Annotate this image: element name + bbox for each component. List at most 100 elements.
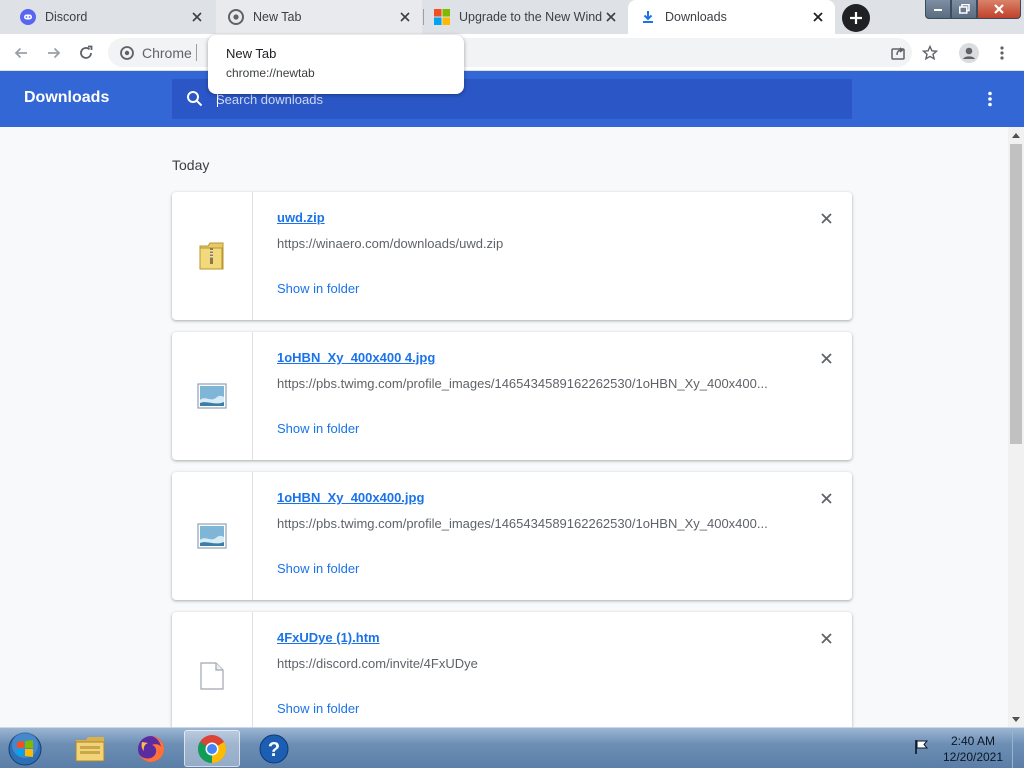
browser-toolbar: Chrome	[0, 34, 1024, 71]
close-tab-icon[interactable]	[602, 8, 620, 26]
show-in-folder-link[interactable]: Show in folder	[277, 561, 359, 576]
download-file-name-link[interactable]: 1oHBN_Xy_400x400.jpg	[277, 490, 424, 505]
downloads-list: Today uwd.zip https://winaero.com/downlo…	[0, 127, 1008, 727]
taskbar-firefox-button[interactable]	[123, 730, 179, 767]
arrow-right-icon	[48, 47, 61, 59]
close-tab-icon[interactable]	[188, 8, 206, 26]
taskbar-explorer-button[interactable]	[62, 730, 118, 767]
tab-title: Upgrade to the New Wind	[459, 10, 602, 24]
close-icon	[994, 4, 1004, 14]
omnibox-divider	[196, 44, 197, 61]
windows-logo-icon	[434, 9, 450, 25]
tab-upgrade-windows[interactable]: Upgrade to the New Wind	[424, 0, 628, 34]
restore-button[interactable]	[951, 0, 977, 19]
triangle-down-icon	[1012, 716, 1020, 722]
download-source-url[interactable]: https://discord.com/invite/4FxUDye	[277, 656, 787, 671]
zip-folder-icon	[199, 242, 224, 270]
close-icon	[820, 492, 832, 504]
show-in-folder-link[interactable]: Show in folder	[277, 421, 359, 436]
bookmark-button[interactable]	[919, 42, 941, 64]
windows-start-orb-icon	[8, 732, 42, 766]
scrollbar-thumb[interactable]	[1010, 144, 1022, 444]
chrome-menu-button[interactable]	[991, 42, 1013, 64]
tab-title: Discord	[45, 10, 88, 24]
restore-icon	[958, 4, 970, 14]
start-button[interactable]	[4, 729, 46, 768]
download-file-name-link[interactable]: uwd.zip	[277, 210, 325, 225]
minimize-icon	[934, 9, 942, 11]
system-clock[interactable]: 2:40 AM 12/20/2021	[940, 733, 1006, 765]
browser-window: Discord New Tab Upgrade to the New Wind	[0, 0, 1024, 768]
image-file-icon	[197, 523, 227, 549]
share-button[interactable]	[887, 42, 909, 64]
show-in-folder-link[interactable]: Show in folder	[277, 281, 359, 296]
show-in-folder-link[interactable]: Show in folder	[277, 701, 359, 716]
close-window-button[interactable]	[977, 0, 1021, 19]
download-source-url[interactable]: https://winaero.com/downloads/uwd.zip	[277, 236, 787, 251]
minimize-button[interactable]	[925, 0, 951, 19]
chrome-icon	[198, 734, 226, 763]
scroll-down-button[interactable]	[1008, 711, 1024, 727]
reload-button[interactable]	[75, 42, 97, 64]
remove-download-button[interactable]	[816, 488, 836, 508]
scroll-up-button[interactable]	[1008, 127, 1024, 143]
triangle-up-icon	[1012, 132, 1020, 138]
page-scrollbar[interactable]	[1008, 127, 1024, 727]
tab-downloads[interactable]: Downloads	[628, 0, 835, 34]
download-item: 1oHBN_Xy_400x400.jpg https://pbs.twimg.c…	[172, 472, 852, 600]
download-file-name-link[interactable]: 4FxUDye (1).htm	[277, 630, 380, 645]
windows-explorer-icon	[75, 736, 105, 761]
reload-icon	[80, 45, 93, 59]
download-icon-cell	[172, 472, 253, 600]
tab-discord[interactable]: Discord	[8, 0, 214, 34]
remove-download-button[interactable]	[816, 348, 836, 368]
discord-icon	[20, 9, 36, 25]
close-tab-icon[interactable]	[396, 8, 414, 26]
downloads-menu-button[interactable]	[980, 89, 1000, 109]
taskbar-help-button[interactable]: ?	[246, 730, 302, 767]
remove-download-button[interactable]	[816, 628, 836, 648]
remove-download-button[interactable]	[816, 208, 836, 228]
tab-title: New Tab	[253, 10, 302, 24]
download-icon	[640, 9, 656, 25]
download-source-url[interactable]: https://pbs.twimg.com/profile_images/146…	[277, 376, 787, 391]
windows-taskbar: ? 2:40 AM 12/20/2021	[0, 727, 1024, 768]
download-item: uwd.zip https://winaero.com/downloads/uw…	[172, 192, 852, 320]
tab-hover-card: New Tab chrome://newtab	[208, 35, 464, 94]
omnibox-chip[interactable]: Chrome	[120, 45, 192, 61]
close-icon	[820, 632, 832, 644]
download-icon-cell	[172, 192, 253, 320]
close-icon	[820, 352, 832, 364]
more-vertical-icon	[1000, 46, 1004, 60]
blank-file-icon	[200, 662, 224, 690]
close-icon	[820, 212, 832, 224]
share-icon	[891, 47, 905, 60]
firefox-icon	[138, 735, 164, 762]
show-desktop-button[interactable]	[1012, 728, 1024, 768]
omnibox-chip-label: Chrome	[142, 45, 192, 61]
profile-button[interactable]	[958, 42, 980, 64]
page-title: Downloads	[24, 89, 110, 106]
forward-button[interactable]	[43, 42, 65, 64]
tab-strip: Discord New Tab Upgrade to the New Wind	[0, 0, 1024, 34]
image-file-icon	[197, 383, 227, 409]
taskbar-chrome-button[interactable]	[184, 730, 240, 767]
tab-new-tab[interactable]: New Tab	[216, 0, 422, 34]
date-section-label: Today	[172, 157, 210, 173]
more-vertical-icon	[988, 91, 992, 107]
window-controls	[925, 0, 1021, 19]
download-icon-cell	[172, 612, 253, 727]
profile-avatar-icon	[959, 43, 979, 63]
close-tab-icon[interactable]	[809, 8, 827, 26]
clock-date: 12/20/2021	[942, 750, 1004, 764]
download-source-url[interactable]: https://pbs.twimg.com/profile_images/146…	[277, 516, 787, 531]
search-icon	[186, 90, 203, 112]
new-tab-button[interactable]	[842, 4, 870, 32]
download-item: 4FxUDye (1).htm https://discord.com/invi…	[172, 612, 852, 727]
help-icon: ?	[259, 734, 289, 763]
action-center-icon[interactable]	[913, 738, 931, 761]
back-button[interactable]	[10, 42, 32, 64]
hover-card-title: New Tab	[226, 46, 277, 61]
downloads-header: Downloads	[0, 71, 1024, 127]
download-file-name-link[interactable]: 1oHBN_Xy_400x400 4.jpg	[277, 350, 435, 365]
